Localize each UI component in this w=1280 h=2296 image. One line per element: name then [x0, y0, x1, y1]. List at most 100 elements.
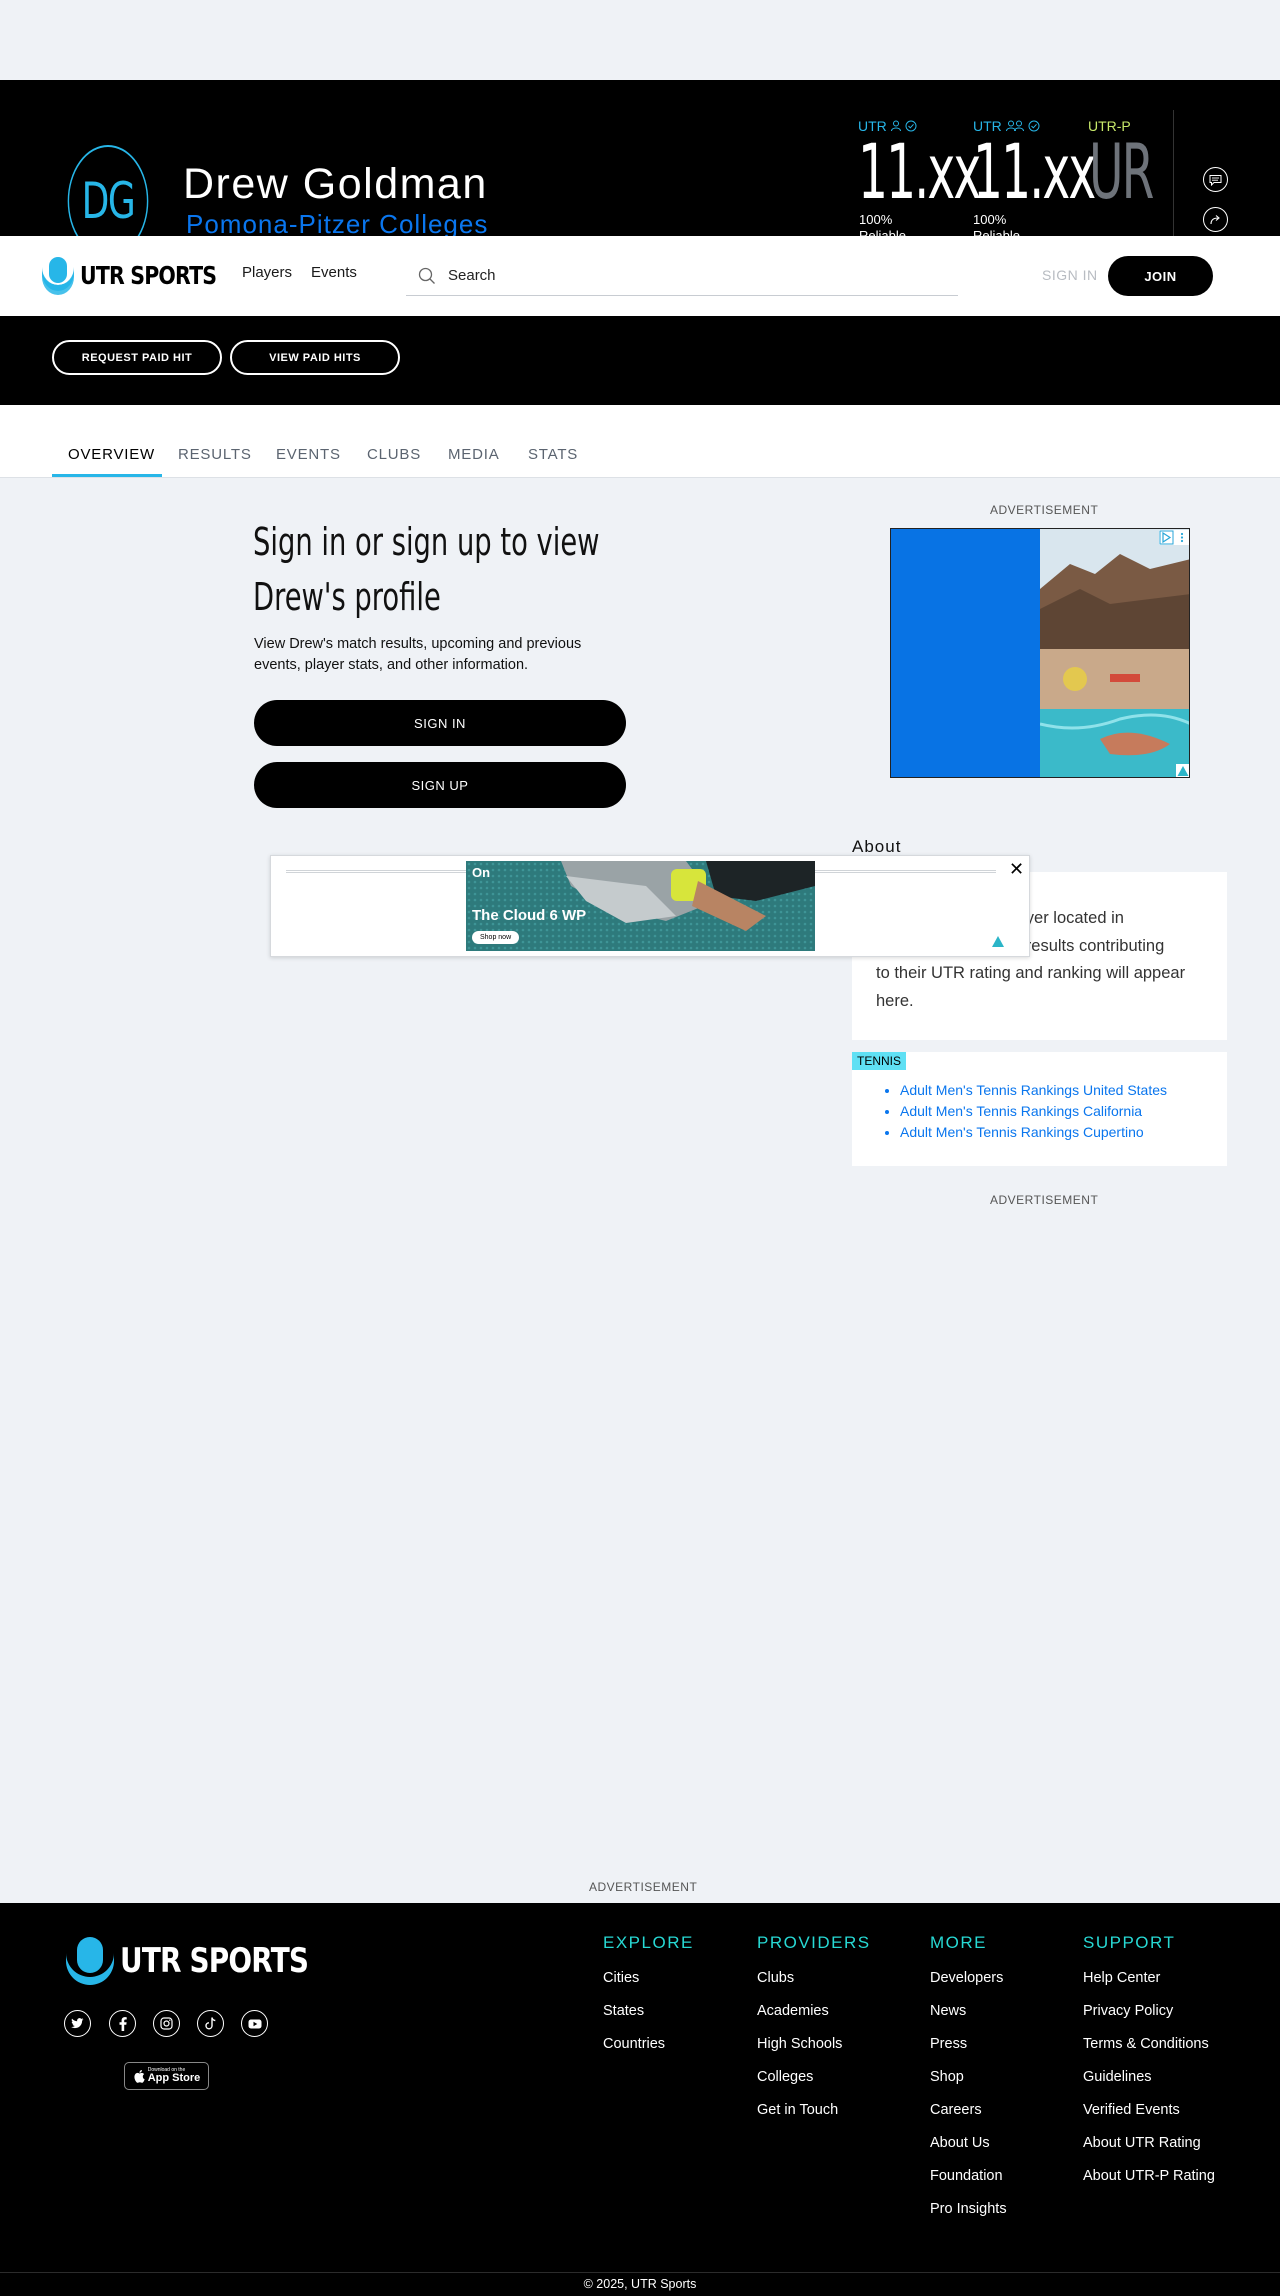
utr-doubles-reliability-percent: 100%: [973, 212, 1007, 227]
utr-logo[interactable]: UTR SPORTS: [40, 255, 246, 295]
facebook-icon[interactable]: [109, 2010, 136, 2037]
join-button[interactable]: JOIN: [1108, 256, 1213, 296]
overlay-ad: On The Cloud 6 WP Shop now: [270, 855, 1030, 957]
footer-link[interactable]: Foundation: [930, 2168, 1003, 2184]
banner-ad[interactable]: On The Cloud 6 WP Shop now: [466, 861, 815, 951]
nav-players[interactable]: Players: [242, 264, 292, 281]
footer-link[interactable]: Clubs: [757, 1970, 794, 1986]
footer-link[interactable]: Terms & Conditions: [1083, 2036, 1209, 2052]
footer-link[interactable]: Help Center: [1083, 1970, 1160, 1986]
rankings-list: Adult Men's Tennis Rankings United State…: [886, 1080, 1167, 1143]
footer-link[interactable]: Academies: [757, 2003, 829, 2019]
footer-link[interactable]: States: [603, 2003, 644, 2019]
footer-link[interactable]: High Schools: [757, 2036, 842, 2052]
twitter-icon[interactable]: [64, 2010, 91, 2037]
footer-link[interactable]: Guidelines: [1083, 2069, 1152, 2085]
footer-logo[interactable]: UTR SPORTS: [64, 1935, 349, 1987]
header-divider: [1173, 110, 1174, 240]
profile-tabs: [0, 405, 1280, 478]
footer-link[interactable]: Shop: [930, 2069, 964, 2085]
search-icon: [418, 267, 435, 284]
footer-link[interactable]: About Us: [930, 2135, 990, 2151]
tennis-badge: TENNIS: [852, 1052, 907, 1070]
about-title: About: [852, 837, 902, 856]
copyright: © 2025, UTR Sports: [0, 2272, 1280, 2296]
footer-link[interactable]: About UTR Rating: [1083, 2135, 1201, 2151]
footer-link[interactable]: Colleges: [757, 2069, 813, 2085]
apple-icon: [134, 2070, 145, 2083]
footer-link[interactable]: Press: [930, 2036, 967, 2052]
footer-link[interactable]: Countries: [603, 2036, 665, 2052]
share-button[interactable]: [1203, 207, 1228, 232]
advertisement-label: ADVERTISEMENT: [589, 1880, 698, 1894]
utr-singles-reliability-percent: 100%: [859, 212, 893, 227]
app-store-text: Download on the App Store: [148, 2068, 201, 2084]
signin-prompt-title: Sign in or sign up to view Drew's profil…: [253, 520, 600, 619]
ranking-link[interactable]: Adult Men's Tennis Rankings California: [900, 1101, 1167, 1122]
footer-heading-support: SUPPORT: [1083, 1933, 1176, 1952]
ad-choices-icon[interactable]: [1159, 530, 1189, 545]
footer-link[interactable]: Careers: [930, 2102, 982, 2118]
sign-up-button[interactable]: SIGN UP: [254, 762, 626, 808]
tab-stats[interactable]: STATS: [528, 446, 578, 463]
utr-p-value: UR: [1089, 127, 1154, 216]
ad-warning-icon: [1176, 764, 1189, 777]
tab-results[interactable]: RESULTS: [178, 446, 252, 463]
instagram-icon[interactable]: [153, 2010, 180, 2037]
footer-heading-more: MORE: [930, 1933, 987, 1952]
ad-image: [1040, 529, 1189, 777]
logo-text: UTR SPORTS: [80, 260, 217, 290]
message-icon: [1209, 174, 1222, 186]
footer-link[interactable]: Privacy Policy: [1083, 2003, 1173, 2019]
ranking-link[interactable]: Adult Men's Tennis Rankings Cupertino: [900, 1122, 1167, 1143]
tab-media[interactable]: MEDIA: [448, 446, 500, 463]
sign-in-button[interactable]: SIGN IN: [254, 700, 626, 746]
footer-heading-providers: PROVIDERS: [757, 1933, 871, 1952]
nav-events[interactable]: Events: [311, 264, 357, 281]
active-tab-indicator: [52, 474, 162, 477]
ranking-link[interactable]: Adult Men's Tennis Rankings United State…: [900, 1080, 1167, 1101]
tab-overview[interactable]: OVERVIEW: [68, 446, 155, 463]
ad-blue-panel: [891, 529, 1040, 777]
banner-title: The Cloud 6 WP: [472, 907, 587, 924]
search-input[interactable]: [448, 267, 928, 284]
app-store-button[interactable]: Download on the App Store: [124, 2062, 209, 2090]
footer-link[interactable]: Cities: [603, 1970, 639, 1986]
close-icon[interactable]: ✕: [1009, 859, 1024, 880]
footer-link[interactable]: Developers: [930, 1970, 1003, 1986]
banner-brand: On: [472, 865, 491, 880]
message-button[interactable]: [1203, 167, 1228, 192]
footer-link[interactable]: Verified Events: [1083, 2102, 1180, 2118]
advertisement-label: ADVERTISEMENT: [990, 503, 1099, 517]
ranking-link-text[interactable]: Adult Men's Tennis Rankings United State…: [900, 1082, 1167, 1098]
view-paid-hits-button[interactable]: VIEW PAID HITS: [230, 340, 400, 375]
tiktok-icon[interactable]: [197, 2010, 224, 2037]
tab-clubs[interactable]: CLUBS: [367, 446, 421, 463]
youtube-icon[interactable]: [241, 2010, 268, 2037]
footer-heading-explore: EXPLORE: [603, 1933, 694, 1952]
footer-link[interactable]: About UTR-P Rating: [1083, 2168, 1215, 2184]
signin-prompt-description: View Drew's match results, upcoming and …: [254, 636, 582, 673]
search-bar[interactable]: [406, 256, 958, 296]
about-text-line-3: to their UTR rating and ranking will app…: [876, 964, 1186, 982]
sidebar-ad[interactable]: [890, 528, 1190, 778]
ranking-link-text[interactable]: Adult Men's Tennis Rankings California: [900, 1103, 1142, 1119]
banner-cta[interactable]: Shop now: [472, 931, 520, 944]
nav-sign-in[interactable]: SIGN IN: [1042, 267, 1098, 283]
request-paid-hit-button[interactable]: REQUEST PAID HIT: [52, 340, 222, 375]
player-name: Drew Goldman: [183, 160, 488, 208]
ranking-link-text[interactable]: Adult Men's Tennis Rankings Cupertino: [900, 1124, 1144, 1140]
footer-link[interactable]: Pro Insights: [930, 2201, 1007, 2217]
utr-logo-icon: [66, 1937, 114, 1985]
footer-logo-text: UTR SPORTS: [120, 1941, 309, 1981]
utr-logo-icon: [42, 257, 74, 295]
advertisement-label: ADVERTISEMENT: [990, 1193, 1099, 1207]
ad-warning-icon: [992, 936, 1004, 947]
tab-events[interactable]: EVENTS: [276, 446, 341, 463]
app-store-label: App Store: [147, 2072, 201, 2084]
about-text-line-4: here.: [876, 991, 914, 1010]
utr-doubles-value: 11.xx: [973, 127, 1096, 216]
share-icon: [1210, 214, 1220, 224]
footer-link[interactable]: News: [930, 2003, 966, 2019]
footer-link[interactable]: Get in Touch: [757, 2102, 838, 2118]
